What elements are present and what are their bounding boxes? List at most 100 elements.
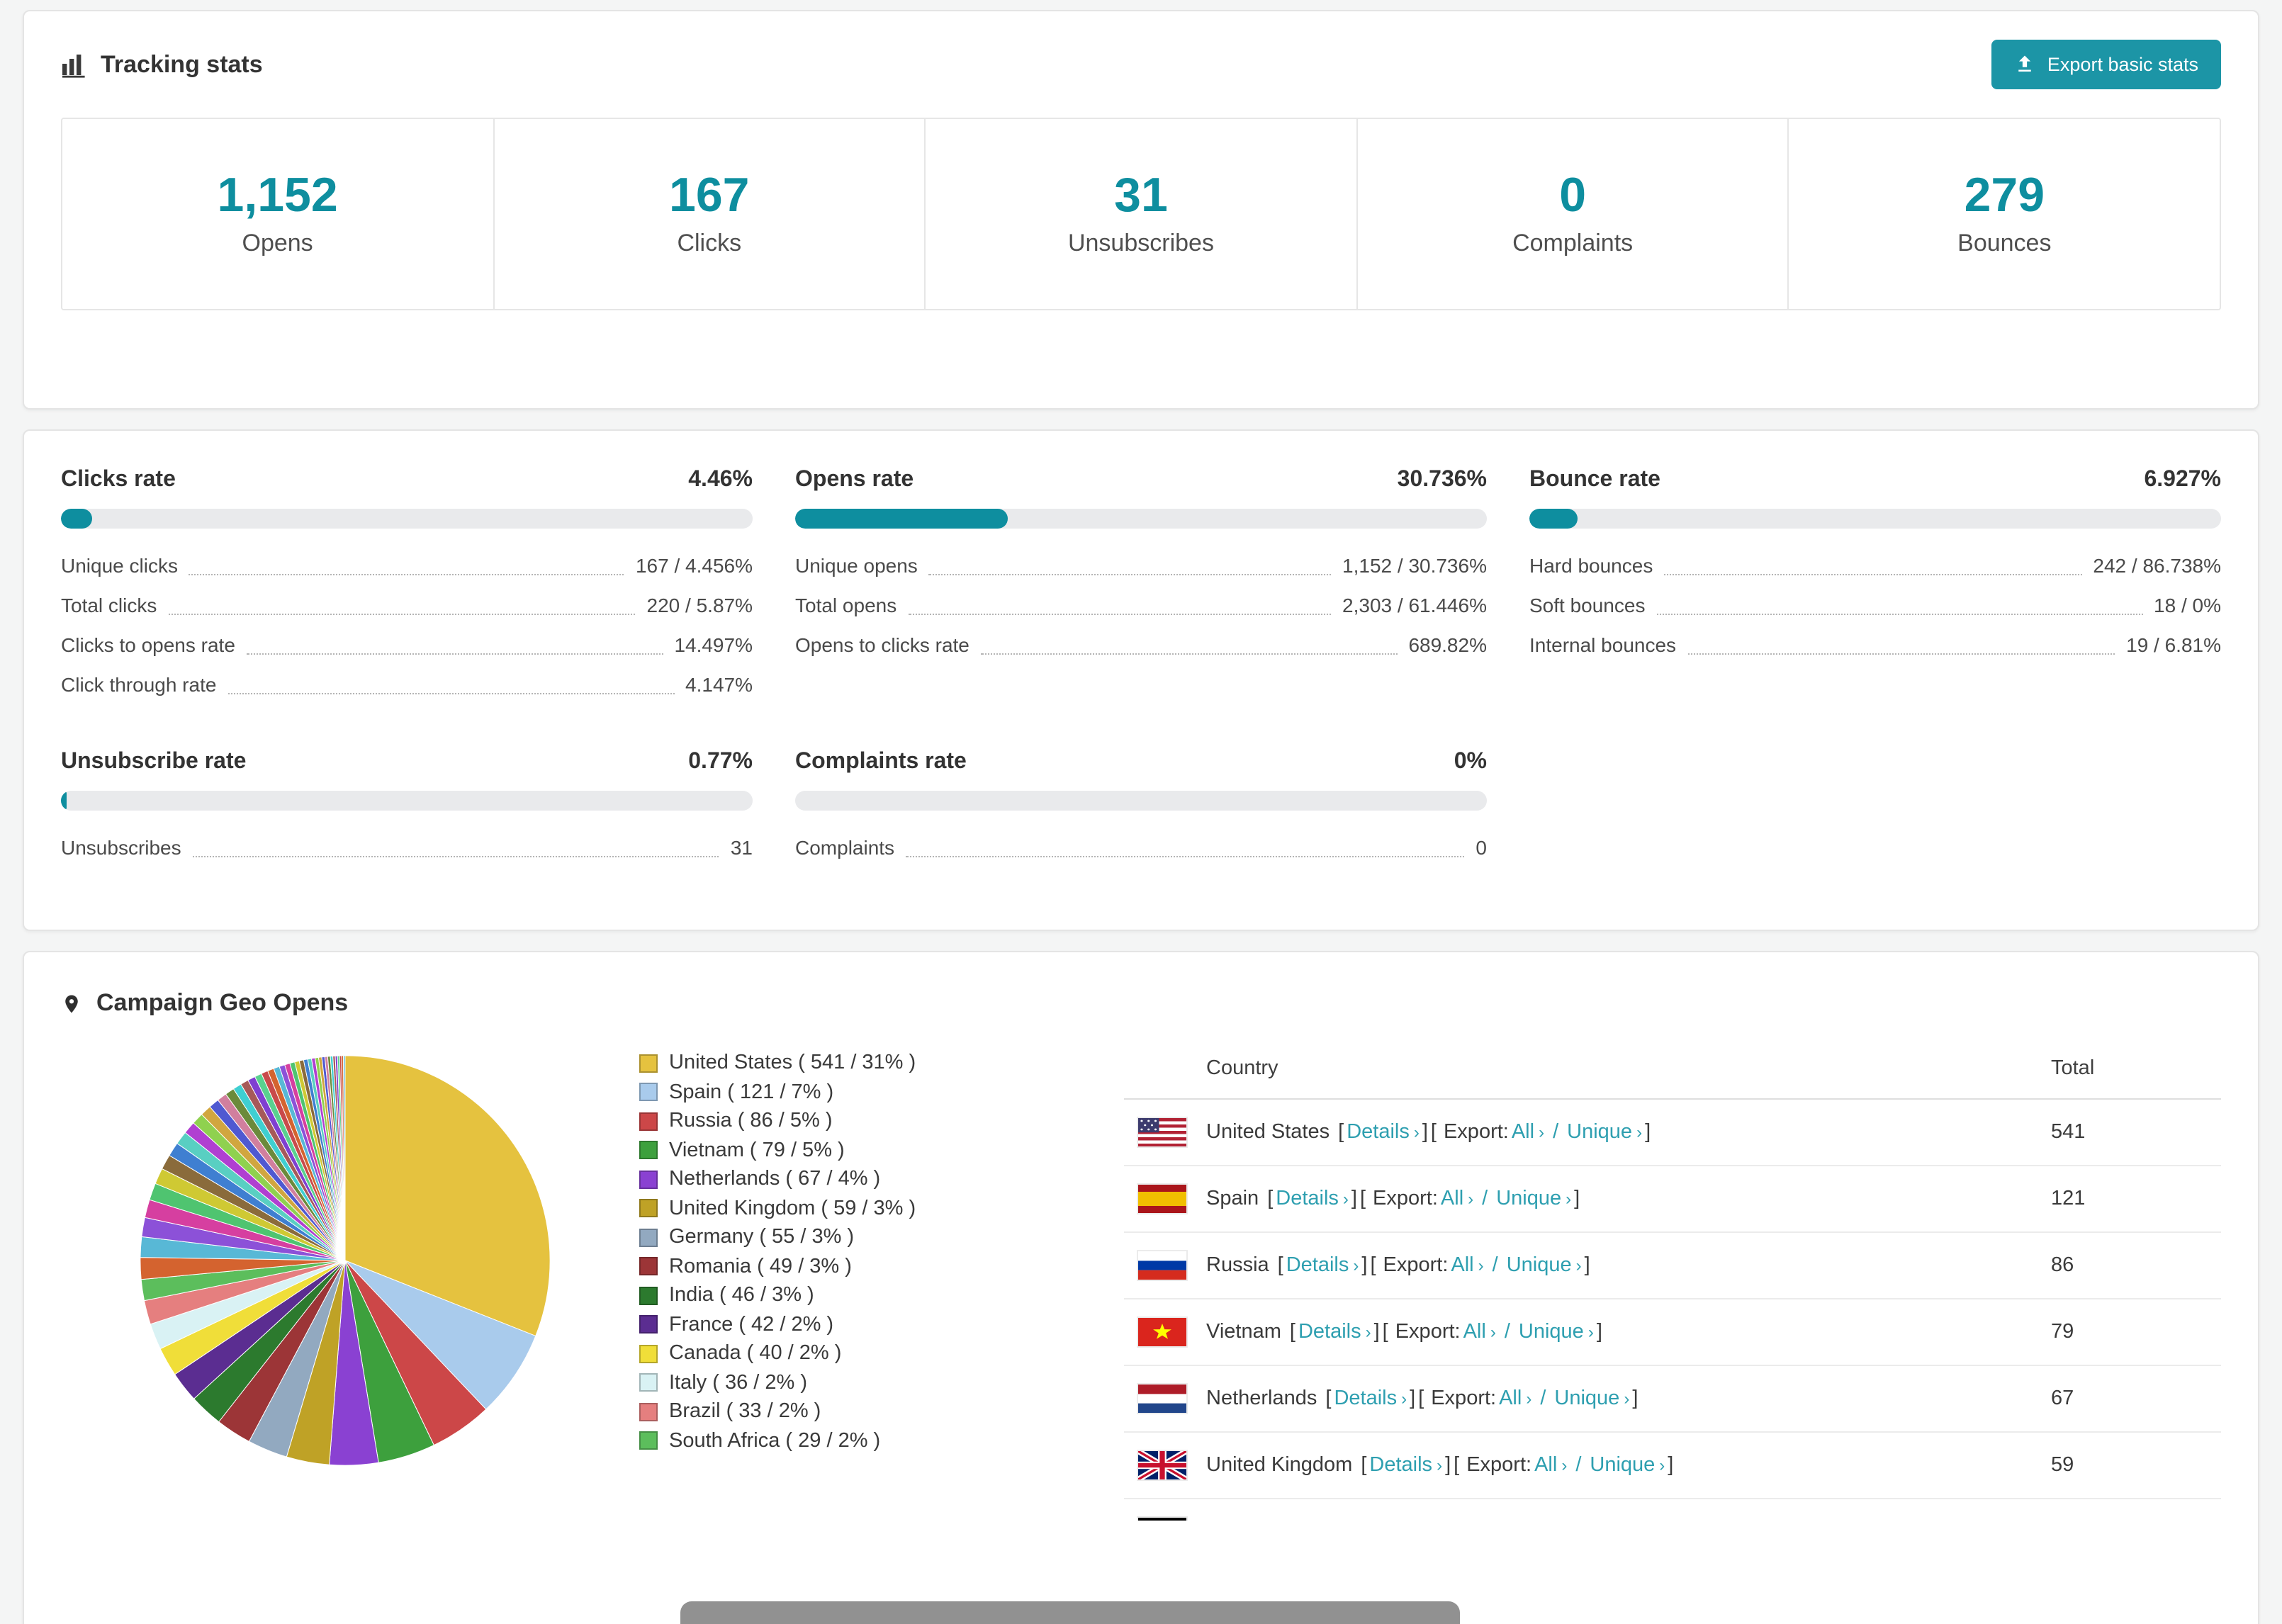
- export-all-link[interactable]: All ›: [1441, 1188, 1473, 1210]
- pie-chart-svg: [140, 1055, 551, 1466]
- bracket: ]: [1445, 1454, 1451, 1477]
- legend-item: India ( 46 / 3% ): [639, 1281, 994, 1310]
- country-header: Country: [1206, 1056, 1278, 1079]
- pie-legend: United States ( 541 / 31% ) Spain ( 121 …: [639, 1049, 994, 1455]
- details-link[interactable]: Details ›: [1276, 1188, 1349, 1210]
- rate-row-label: Complaints: [795, 836, 895, 859]
- export-all-link[interactable]: All ›: [1451, 1254, 1483, 1277]
- rate-block-opens: Opens rate 30.736% Unique opens 1,152 / 3…: [795, 468, 1487, 704]
- opens-rate-progress-bar: [795, 509, 1487, 529]
- country-cell: Germany [Details›] [Export:All›/Unique›]: [1138, 1518, 2051, 1521]
- legend-label: Spain ( 121 / 7% ): [669, 1081, 834, 1104]
- unsubscribes-label: Unsubscribes: [1067, 230, 1214, 256]
- rates-card: Clicks rate 4.46% Unique clicks 167 / 4.4…: [23, 429, 2259, 931]
- legend-label: United States ( 541 / 31% ): [669, 1051, 916, 1075]
- flag-icon-netherlands: [1138, 1385, 1186, 1413]
- country-cell: Netherlands [Details ›] [Export: All › / Uniq…: [1138, 1385, 2051, 1413]
- bracket: [: [1382, 1321, 1388, 1343]
- country-cell: United States [Details ›] [Export: All › / Un…: [1138, 1118, 2051, 1146]
- rate-row-value: 0: [1476, 836, 1487, 859]
- table-row: Vietnam [Details ›] [Export: All › / Unique ›]…: [1124, 1299, 2221, 1366]
- bracket: ]: [1422, 1121, 1428, 1144]
- table-row: Russia [Details ›] [Export: All › / Unique ›] …: [1124, 1233, 2221, 1299]
- export-all-link[interactable]: All ›: [1499, 1387, 1531, 1410]
- complaints-label: Complaints: [1512, 230, 1634, 256]
- rate-row-label: Unsubscribes: [61, 836, 181, 859]
- rate-row: Unique opens 1,152 / 30.736%: [795, 546, 1487, 585]
- tracking-stats-header: Tracking stats Export basic stats: [61, 40, 2221, 89]
- legend-item: Canada ( 40 / 2% ): [639, 1339, 994, 1368]
- stats-row: 1,152 Opens 167 Clicks 31 Unsubscribes 0…: [61, 118, 2221, 310]
- export-all-link[interactable]: All ›: [1512, 1121, 1544, 1144]
- rate-row: Total opens 2,303 / 61.446%: [795, 585, 1487, 625]
- flag-icon-russia: [1138, 1251, 1186, 1280]
- flag-icon-united-kingdom: [1138, 1451, 1186, 1479]
- bracket: [: [1289, 1321, 1295, 1343]
- opens-label: Opens: [242, 230, 313, 256]
- dotted-leader: [980, 653, 1398, 655]
- details-link[interactable]: Details ›: [1298, 1321, 1371, 1343]
- rate-title: Opens rate: [795, 468, 914, 492]
- country-cell: Russia [Details ›] [Export: All › / Unique ›]: [1138, 1251, 2051, 1280]
- geo-opens-card: Campaign Geo Opens United States ( 541 /…: [23, 951, 2259, 1624]
- export-unique-link[interactable]: Unique ›: [1567, 1121, 1642, 1144]
- legend-item: Brazil ( 33 / 2% ): [639, 1397, 994, 1426]
- horizontal-scrollbar-thumb[interactable]: [680, 1601, 1460, 1624]
- legend-swatch: [639, 1054, 658, 1073]
- export-unique-link[interactable]: Unique ›: [1519, 1321, 1594, 1343]
- details-link[interactable]: Details ›: [1369, 1454, 1442, 1477]
- country-cell: Vietnam [Details ›] [Export: All › / Unique ›]: [1138, 1318, 2051, 1346]
- dotted-leader: [1664, 574, 2082, 575]
- map-pin-icon: [61, 990, 82, 1017]
- legend-label: India ( 46 / 3% ): [669, 1284, 814, 1307]
- bounces-label: Bounces: [1957, 230, 2052, 256]
- export-button-label: Export basic stats: [2047, 54, 2198, 75]
- rate-block-bounce: Bounce rate 6.927% Hard bounces 242 / 86.…: [1529, 468, 2221, 704]
- tracking-stats-title-text: Tracking stats: [101, 50, 263, 77]
- rate-row-label: Hard bounces: [1529, 554, 1653, 577]
- rate-row: Click through rate 4.147%: [61, 665, 753, 704]
- export-label: Export:: [1431, 1387, 1497, 1410]
- slash: /: [1575, 1454, 1582, 1477]
- legend-swatch: [639, 1141, 658, 1160]
- country-cell: Spain [Details ›] [Export: All › / Unique ›]: [1138, 1185, 2051, 1213]
- legend-label: Russia ( 86 / 5% ): [669, 1110, 833, 1133]
- legend-label: France ( 42 / 2% ): [669, 1313, 834, 1336]
- rate-row-value: 18 / 0%: [2154, 594, 2221, 616]
- legend-label: Germany ( 55 / 3% ): [669, 1226, 855, 1249]
- table-row: Germany [Details›] [Export:All›/Unique›]…: [1124, 1499, 2221, 1521]
- export-all-link[interactable]: All ›: [1534, 1454, 1567, 1477]
- slash: /: [1492, 1254, 1498, 1277]
- bracket: ]: [1361, 1254, 1368, 1277]
- geo-opens-title: Campaign Geo Opens: [61, 989, 2221, 1017]
- legend-item: Netherlands ( 67 / 4% ): [639, 1165, 994, 1194]
- dotted-leader: [906, 856, 1465, 857]
- legend-item: Germany ( 55 / 3% ): [639, 1223, 994, 1252]
- rate-value: 6.927%: [2144, 468, 2221, 492]
- rate-title: Unsubscribe rate: [61, 750, 247, 774]
- export-unique-link[interactable]: Unique ›: [1496, 1188, 1571, 1210]
- legend-swatch: [639, 1373, 658, 1392]
- slash: /: [1504, 1321, 1510, 1343]
- details-link[interactable]: Details ›: [1286, 1254, 1359, 1277]
- rate-row-label: Total opens: [795, 594, 897, 616]
- details-link[interactable]: Details ›: [1347, 1121, 1420, 1144]
- dotted-leader: [168, 614, 636, 615]
- export-unique-link[interactable]: Unique ›: [1554, 1387, 1629, 1410]
- bracket: [: [1454, 1454, 1460, 1477]
- rate-row: Hard bounces 242 / 86.738%: [1529, 546, 2221, 585]
- rate-row-value: 4.147%: [685, 673, 753, 696]
- bounce-rate-progress-bar: [1529, 509, 2221, 529]
- rate-row-label: Total clicks: [61, 594, 157, 616]
- stat-box-clicks: 167 Clicks: [494, 119, 926, 309]
- export-unique-link[interactable]: Unique ›: [1507, 1254, 1582, 1277]
- details-link[interactable]: Details ›: [1334, 1387, 1407, 1410]
- export-basic-stats-button[interactable]: Export basic stats: [1991, 40, 2221, 89]
- bracket: ]: [1668, 1454, 1674, 1477]
- rate-row: Internal bounces 19 / 6.81%: [1529, 625, 2221, 665]
- export-label: Export:: [1466, 1454, 1532, 1477]
- total-value: 79: [2051, 1321, 2074, 1343]
- export-unique-link[interactable]: Unique ›: [1590, 1454, 1665, 1477]
- progress-fill: [61, 509, 92, 529]
- export-all-link[interactable]: All ›: [1463, 1321, 1496, 1343]
